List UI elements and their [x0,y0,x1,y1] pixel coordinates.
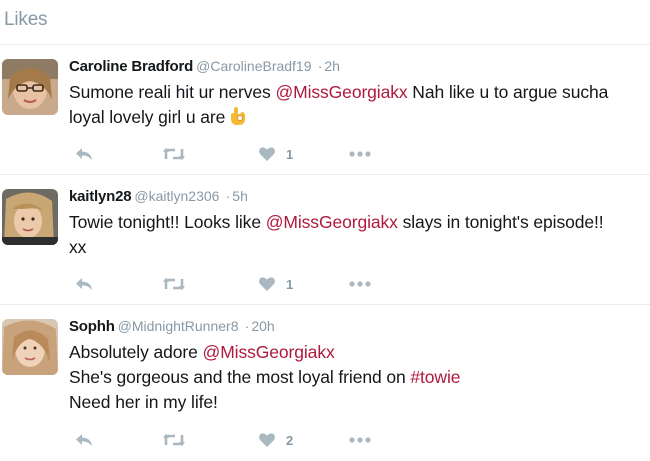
timestamp[interactable]: 2h [324,58,340,74]
tweet-text: Absolutely adore @MissGeorgiakx She's go… [69,340,642,415]
heart-icon [259,147,275,161]
retweet-icon [163,278,185,290]
tweet-actions: 1 [74,144,394,164]
like-button[interactable]: 1 [258,144,293,164]
more-icon [349,437,371,443]
author-name[interactable]: Sophh [69,318,115,335]
retweet-icon [163,148,185,160]
author-name[interactable]: kaitlyn28 [69,188,132,205]
text-segment: slays in tonight's episode!! [397,212,604,232]
hashtag-link[interactable]: #towie [410,367,460,387]
author-name[interactable]: Caroline Bradford [69,58,193,75]
retweet-button[interactable] [162,274,186,294]
tweet-header: Caroline Bradford @CarolineBradf19 · 2h [69,57,642,76]
tweet-item[interactable]: Caroline Bradford @CarolineBradf19 · 2h Su… [0,45,650,175]
tweet-text: Towie tonight!! Looks like @MissGeorgiak… [69,210,642,260]
more-button[interactable] [348,430,372,450]
author-handle[interactable]: @MidnightRunner8 [118,318,239,334]
separator: · [317,58,323,74]
reply-button[interactable] [74,144,94,164]
mention-link[interactable]: @MissGeorgiakx [275,82,407,102]
separator: · [225,188,231,204]
retweet-icon [163,434,185,446]
page-title: Likes [4,9,48,30]
more-icon [349,151,371,157]
like-count: 1 [286,276,294,292]
text-segment: Sumone reali hit ur nerves [69,82,276,102]
reply-icon [76,434,92,446]
text-segment: Towie tonight!! Looks like [69,212,266,232]
ok-hand-emoji [229,106,247,133]
tweet-actions: 1 [74,274,394,294]
timestamp[interactable]: 20h [251,318,274,334]
like-button[interactable]: 2 [258,430,293,450]
avatar[interactable] [2,59,58,115]
tweet-item[interactable]: kaitlyn28 @kaitlyn2306 · 5h Towie tonight!… [0,175,650,305]
text-segment: Absolutely adore [69,342,203,362]
tweet-header: Sophh @MidnightRunner8 · 20h [69,317,642,336]
likes-header: Likes [0,0,650,45]
tweet-text: Sumone reali hit ur nerves @MissGeorgiak… [69,80,642,133]
avatar[interactable] [2,319,58,375]
heart-icon [259,277,275,291]
reply-icon [76,148,92,160]
separator: · [244,318,250,334]
tweet-item[interactable]: Sophh @MidnightRunner8 · 20h Absolutely ad… [0,305,650,461]
text-segment: She's gorgeous and the most loyal friend… [69,367,411,387]
reply-button[interactable] [74,430,94,450]
like-button[interactable]: 1 [258,274,293,294]
reply-button[interactable] [74,274,94,294]
author-handle[interactable]: @kaitlyn2306 [134,188,219,204]
avatar[interactable] [2,189,58,245]
more-button[interactable] [348,144,372,164]
tweet-header: kaitlyn28 @kaitlyn2306 · 5h [69,187,642,206]
timestamp[interactable]: 5h [232,188,248,204]
like-count: 2 [286,432,294,448]
author-handle[interactable]: @CarolineBradf19 [196,58,311,74]
like-count: 1 [286,146,294,162]
text-segment: Nah like u to argue sucha [407,82,609,102]
reply-icon [76,278,92,290]
tweet-actions: 2 [74,430,394,450]
more-icon [349,281,371,287]
retweet-button[interactable] [162,144,186,164]
more-button[interactable] [348,274,372,294]
heart-icon [259,433,275,447]
mention-link[interactable]: @MissGeorgiakx [203,342,335,362]
text-segment: Need her in my life! [69,392,218,412]
text-segment: loyal lovely girl u are [69,107,226,127]
mention-link[interactable]: @MissGeorgiakx [266,212,398,232]
text-segment: xx [69,237,87,257]
retweet-button[interactable] [162,430,186,450]
